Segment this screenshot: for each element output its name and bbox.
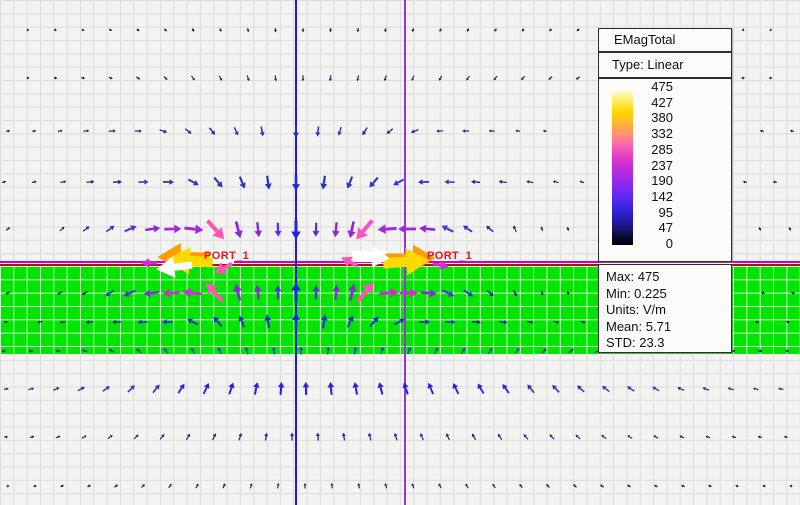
colorbar-gradient [612,88,633,245]
colorbar-tick-label: 190 [639,174,673,188]
colorbar-tick-label: 0 [639,237,673,251]
colorbar-tick-label: 380 [639,111,673,125]
colorbar-tick-label: 47 [639,221,673,235]
stats-line: Units: V/m [606,302,731,319]
legend-colorbar-panel[interactable]: 47542738033228523719014295470 [598,78,732,262]
colorbar-tick-label: 237 [639,159,673,173]
port-boundary-line [404,0,406,505]
colorbar-tick-label: 427 [639,96,673,110]
legend-scale-type: Type: Linear [612,57,684,72]
colorbar-tick-label: 475 [639,80,673,94]
port1-label-left: PORT_1 [204,250,249,262]
stats-line: Mean: 5.71 [606,319,731,336]
colorbar-tick-label: 95 [639,206,673,220]
stats-line: Max: 475 [606,269,731,286]
center-axis-line [295,0,297,505]
stats-line: Min: 0.225 [606,286,731,303]
colorbar-tick-label: 332 [639,127,673,141]
legend-stats-panel[interactable]: Max: 475Min: 0.225Units: V/mMean: 5.71ST… [598,264,732,353]
legend-type-panel[interactable]: Type: Linear [598,52,732,78]
stats-lines: Max: 475Min: 0.225Units: V/mMean: 5.71ST… [606,269,731,352]
colorbar-tick-label: 142 [639,190,673,204]
port1-label-right: PORT_1 [427,250,472,262]
field-plot-viewport: PORT_1 PORT_1 EMagTotal Type: Linear 475… [0,0,800,505]
legend-title-panel[interactable]: EMagTotal [598,28,732,52]
legend-title: EMagTotal [614,32,675,47]
colorbar-tick-label: 285 [639,143,673,157]
stats-line: STD: 23.3 [606,335,731,352]
